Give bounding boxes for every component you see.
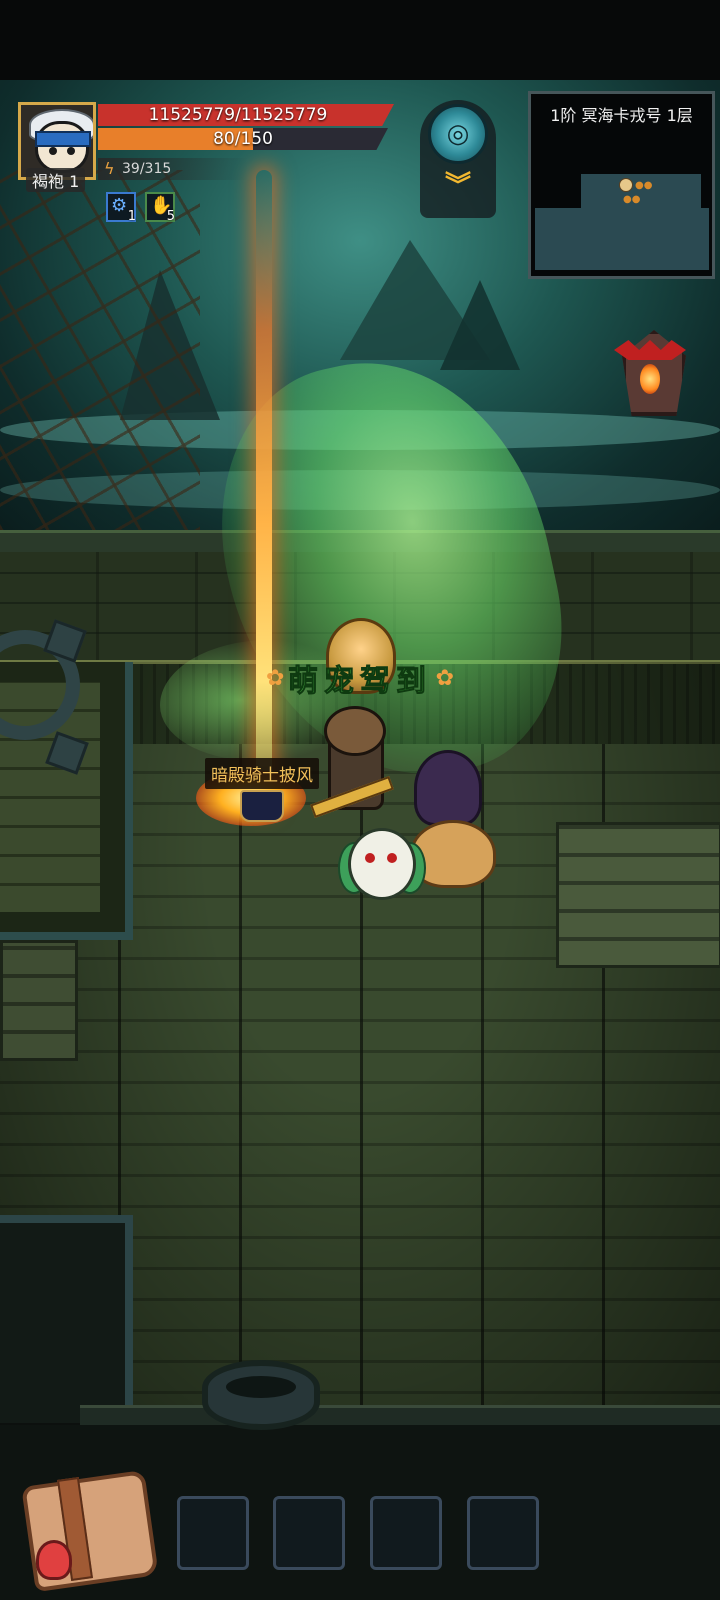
gear-icon: ⚙ [111, 195, 128, 216]
pet-owl[interactable] [348, 828, 416, 900]
owl-eye [387, 853, 397, 863]
banner-text: 萌宠驾到 [288, 664, 432, 700]
pet-cat-tail [414, 750, 482, 826]
buff-count: 5 [166, 209, 175, 224]
portrait-headband [35, 131, 91, 147]
rope-net [0, 170, 200, 530]
claw-buff-icon[interactable]: ✋ 5 [145, 192, 175, 224]
portrait-eye [49, 147, 57, 155]
minimap[interactable]: 1阶 冥海卡戎号 1层 ●● ●● [528, 91, 715, 279]
skill-slot-4[interactable] [467, 1496, 539, 1570]
backpack-button[interactable] [21, 1468, 159, 1593]
gear-buff-icon[interactable]: ⚙ 1 [106, 192, 136, 224]
barrel[interactable] [202, 1360, 320, 1430]
buff-count: 1 [127, 209, 136, 224]
skill-slot-1[interactable] [177, 1496, 249, 1570]
portrait-eye [67, 147, 75, 155]
lantern-flame [640, 364, 660, 394]
minimap-title: 1阶 冥海卡戎号 1层 [550, 106, 693, 125]
game-scene: 暗殿骑士披风 ✿ ✿ 萌宠驾到 褐袍 1 11525779/11525779 8… [0, 0, 720, 1600]
minimap-room [535, 208, 709, 270]
pet-arrival-banner: ✿ ✿ 萌宠驾到 [266, 618, 454, 700]
hero-head [324, 706, 386, 756]
minimap-player-icon [619, 178, 633, 192]
mp-text: 80/150 [213, 129, 273, 149]
skill-slot-3[interactable] [370, 1496, 442, 1570]
cloak-loot-icon[interactable] [240, 790, 284, 822]
potion-icon [36, 1540, 72, 1580]
energy-text: 39/315 [122, 161, 172, 177]
owl-eye [365, 853, 375, 863]
portrait-face [35, 121, 89, 173]
lantern-spikes [614, 340, 686, 360]
hp-text: 11525779/11525779 [148, 105, 328, 125]
loot-label[interactable]: 暗殿骑士披风 [205, 758, 319, 789]
cargo-net-area [0, 1215, 133, 1423]
chevron-down-icon[interactable]: ︾ [442, 173, 474, 199]
fire-beam-effect [256, 170, 272, 810]
lantern-icon[interactable] [614, 320, 686, 416]
lightning-icon: ϟ [104, 159, 115, 178]
paw-icon: ●● [623, 194, 641, 205]
wooden-crate [556, 822, 720, 968]
sea-rock [440, 280, 520, 370]
wooden-crate [0, 940, 78, 1061]
energy-row [98, 158, 248, 180]
skill-slot-2[interactable] [273, 1496, 345, 1570]
player-level-tag: 褐袍 1 [26, 168, 86, 192]
paw-icon: ●● [635, 180, 653, 191]
portal-icon[interactable]: ◎ [428, 104, 488, 164]
top-border [0, 0, 720, 80]
